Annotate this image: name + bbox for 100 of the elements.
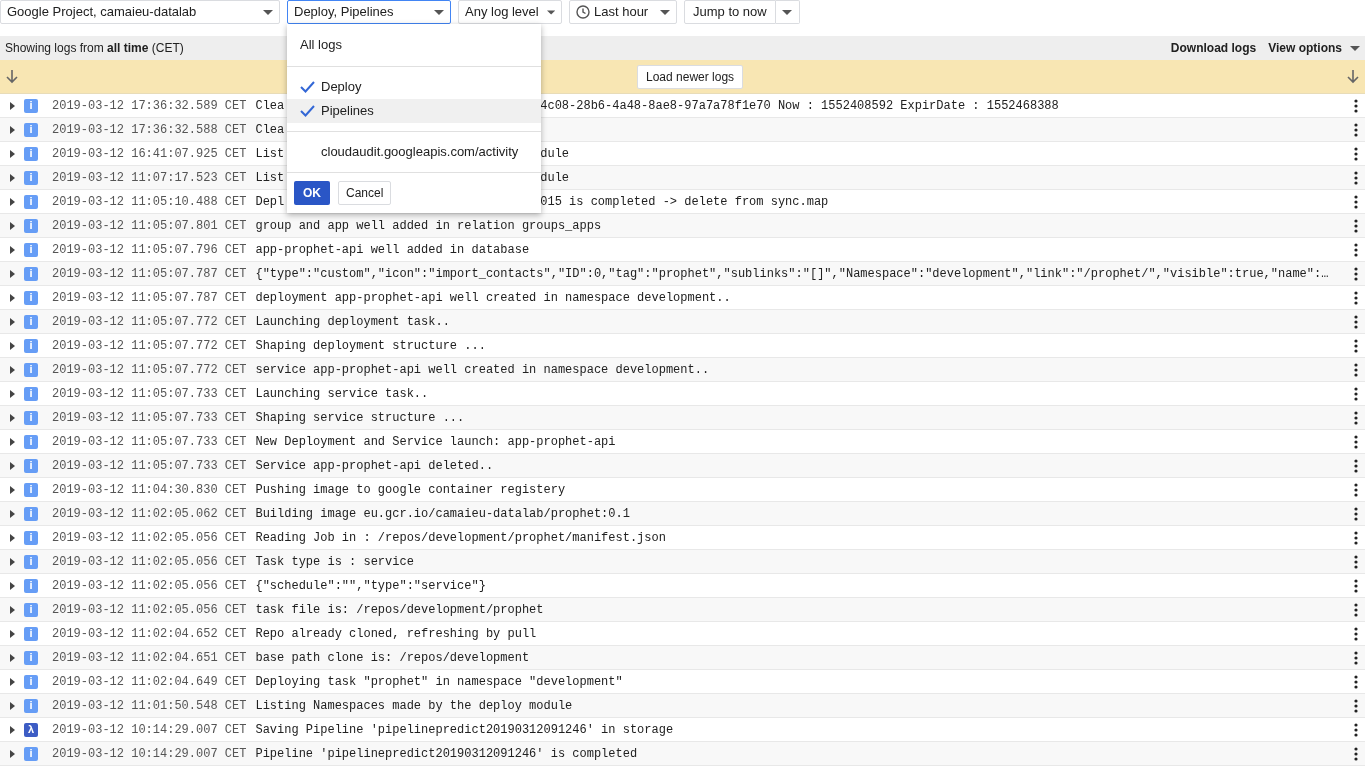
menu-item[interactable]: All logs bbox=[287, 24, 541, 66]
more-icon[interactable] bbox=[1354, 122, 1358, 137]
filter-select[interactable]: Google Project, camaieu-datalab bbox=[0, 0, 280, 24]
log-message: List bbox=[255, 145, 285, 163]
more-icon[interactable] bbox=[1354, 482, 1358, 497]
caret-icon bbox=[782, 9, 793, 15]
info-badge: i bbox=[24, 146, 38, 161]
log-timestamp: 2019-03-12 10:14:29.007 CET bbox=[52, 721, 247, 739]
more-icon[interactable] bbox=[1354, 170, 1358, 185]
expand-icon[interactable] bbox=[9, 509, 15, 518]
log-message: Pipeline 'pipelinepredict20190312091246' is completed bbox=[255, 745, 638, 763]
expand-icon[interactable] bbox=[9, 725, 15, 734]
log-timestamp: 2019-03-12 11:07:17.523 CET bbox=[52, 169, 247, 187]
load-newer-logs-button[interactable]: Load newer logs bbox=[637, 64, 744, 89]
expand-icon[interactable] bbox=[9, 701, 15, 710]
log-message: Launching service task.. bbox=[255, 385, 429, 403]
expand-icon[interactable] bbox=[9, 293, 15, 302]
arrow-down-icon[interactable] bbox=[1347, 69, 1359, 84]
more-icon[interactable] bbox=[1354, 458, 1358, 473]
expand-icon[interactable] bbox=[9, 461, 15, 470]
expand-icon[interactable] bbox=[9, 413, 15, 422]
expand-icon[interactable] bbox=[9, 221, 15, 230]
expand-icon[interactable] bbox=[9, 389, 15, 398]
info-badge: i bbox=[24, 530, 38, 545]
arrow-down-icon[interactable] bbox=[6, 69, 18, 84]
expand-icon[interactable] bbox=[9, 557, 15, 566]
more-icon[interactable] bbox=[1354, 242, 1358, 257]
expand-icon[interactable] bbox=[9, 341, 15, 350]
log-message: {"type":"custom","icon":"import_contacts","ID":0,"tag":"prophet","sublinks":"[]","Namespace":"development","link":"/prophet/","visible":true,"name":… bbox=[255, 265, 1329, 283]
more-icon[interactable] bbox=[1354, 698, 1358, 713]
more-icon[interactable] bbox=[1354, 554, 1358, 569]
menu-checkbox-item[interactable]: Deploy bbox=[287, 75, 541, 99]
more-icon[interactable] bbox=[1354, 410, 1358, 425]
filter-select[interactable]: Deploy, Pipelines bbox=[287, 0, 451, 24]
more-icon[interactable] bbox=[1354, 194, 1358, 209]
more-icon[interactable] bbox=[1354, 674, 1358, 689]
log-timestamp: 2019-03-12 11:02:04.649 CET bbox=[52, 673, 247, 691]
expand-icon[interactable] bbox=[9, 653, 15, 662]
info-badge: i bbox=[24, 242, 38, 257]
more-icon[interactable] bbox=[1354, 314, 1358, 329]
log-message: app-prophet-api well added in database bbox=[255, 241, 530, 259]
expand-icon[interactable] bbox=[9, 269, 15, 278]
expand-icon[interactable] bbox=[9, 173, 15, 182]
info-badge: i bbox=[24, 626, 38, 641]
info-badge: i bbox=[24, 434, 38, 449]
menu-checkbox-item[interactable]: cloudaudit.googleapis.com/activity bbox=[287, 140, 541, 164]
menu-checkbox-item[interactable]: Pipelines bbox=[287, 99, 541, 123]
more-icon[interactable] bbox=[1354, 602, 1358, 617]
more-icon[interactable] bbox=[1354, 146, 1358, 161]
expand-icon[interactable] bbox=[9, 197, 15, 206]
expand-icon[interactable] bbox=[9, 605, 15, 614]
log-timestamp: 2019-03-12 11:05:07.796 CET bbox=[52, 241, 247, 259]
log-timestamp: 2019-03-12 11:05:07.772 CET bbox=[52, 313, 247, 331]
expand-icon[interactable] bbox=[9, 101, 15, 110]
more-icon[interactable] bbox=[1354, 362, 1358, 377]
jump-menu-button[interactable] bbox=[775, 0, 800, 24]
expand-icon[interactable] bbox=[9, 437, 15, 446]
more-icon[interactable] bbox=[1354, 530, 1358, 545]
log-timestamp: 2019-03-12 17:36:32.589 CET bbox=[52, 97, 247, 115]
log-timestamp: 2019-03-12 11:02:05.056 CET bbox=[52, 553, 247, 571]
expand-icon[interactable] bbox=[9, 629, 15, 638]
more-icon[interactable] bbox=[1354, 722, 1358, 737]
more-icon[interactable] bbox=[1354, 338, 1358, 353]
expand-icon[interactable] bbox=[9, 749, 15, 758]
log-message: List bbox=[255, 169, 285, 187]
expand-icon[interactable] bbox=[9, 581, 15, 590]
expand-icon[interactable] bbox=[9, 125, 15, 134]
filter-select[interactable]: Last hour bbox=[569, 0, 677, 24]
expand-icon[interactable] bbox=[9, 245, 15, 254]
log-message: Reading Job in : /repos/development/prophet/manifest.json bbox=[255, 529, 666, 547]
info-badge: i bbox=[24, 410, 38, 425]
log-timestamp: 2019-03-12 11:02:05.056 CET bbox=[52, 601, 247, 619]
expand-icon[interactable] bbox=[9, 533, 15, 542]
more-icon[interactable] bbox=[1354, 650, 1358, 665]
more-icon[interactable] bbox=[1354, 386, 1358, 401]
expand-icon[interactable] bbox=[9, 149, 15, 158]
ok-button[interactable]: OK bbox=[294, 181, 330, 205]
expand-icon[interactable] bbox=[9, 317, 15, 326]
more-icon[interactable] bbox=[1354, 98, 1358, 113]
expand-icon[interactable] bbox=[9, 485, 15, 494]
expand-icon[interactable] bbox=[9, 365, 15, 374]
cancel-button[interactable]: Cancel bbox=[338, 181, 392, 205]
caret-icon bbox=[660, 9, 670, 15]
lambda-badge: λ bbox=[24, 722, 38, 737]
more-icon[interactable] bbox=[1354, 266, 1358, 281]
option-label: Deploy bbox=[321, 78, 362, 97]
more-icon[interactable] bbox=[1354, 290, 1358, 305]
log-timestamp: 2019-03-12 11:01:50.548 CET bbox=[52, 697, 247, 715]
more-icon[interactable] bbox=[1354, 626, 1358, 641]
download-logs-link[interactable]: Download logs bbox=[1170, 39, 1257, 57]
filter-select[interactable]: Any log level bbox=[458, 0, 562, 24]
more-icon[interactable] bbox=[1354, 506, 1358, 521]
more-icon[interactable] bbox=[1354, 578, 1358, 593]
jump-to-now-button[interactable]: Jump to now bbox=[684, 0, 776, 24]
expand-icon[interactable] bbox=[9, 677, 15, 686]
more-icon[interactable] bbox=[1354, 434, 1358, 449]
view-options-menu[interactable]: View options bbox=[1268, 39, 1360, 57]
option-label: cloudaudit.googleapis.com/activity bbox=[321, 143, 519, 162]
more-icon[interactable] bbox=[1354, 746, 1358, 761]
more-icon[interactable] bbox=[1354, 218, 1358, 233]
